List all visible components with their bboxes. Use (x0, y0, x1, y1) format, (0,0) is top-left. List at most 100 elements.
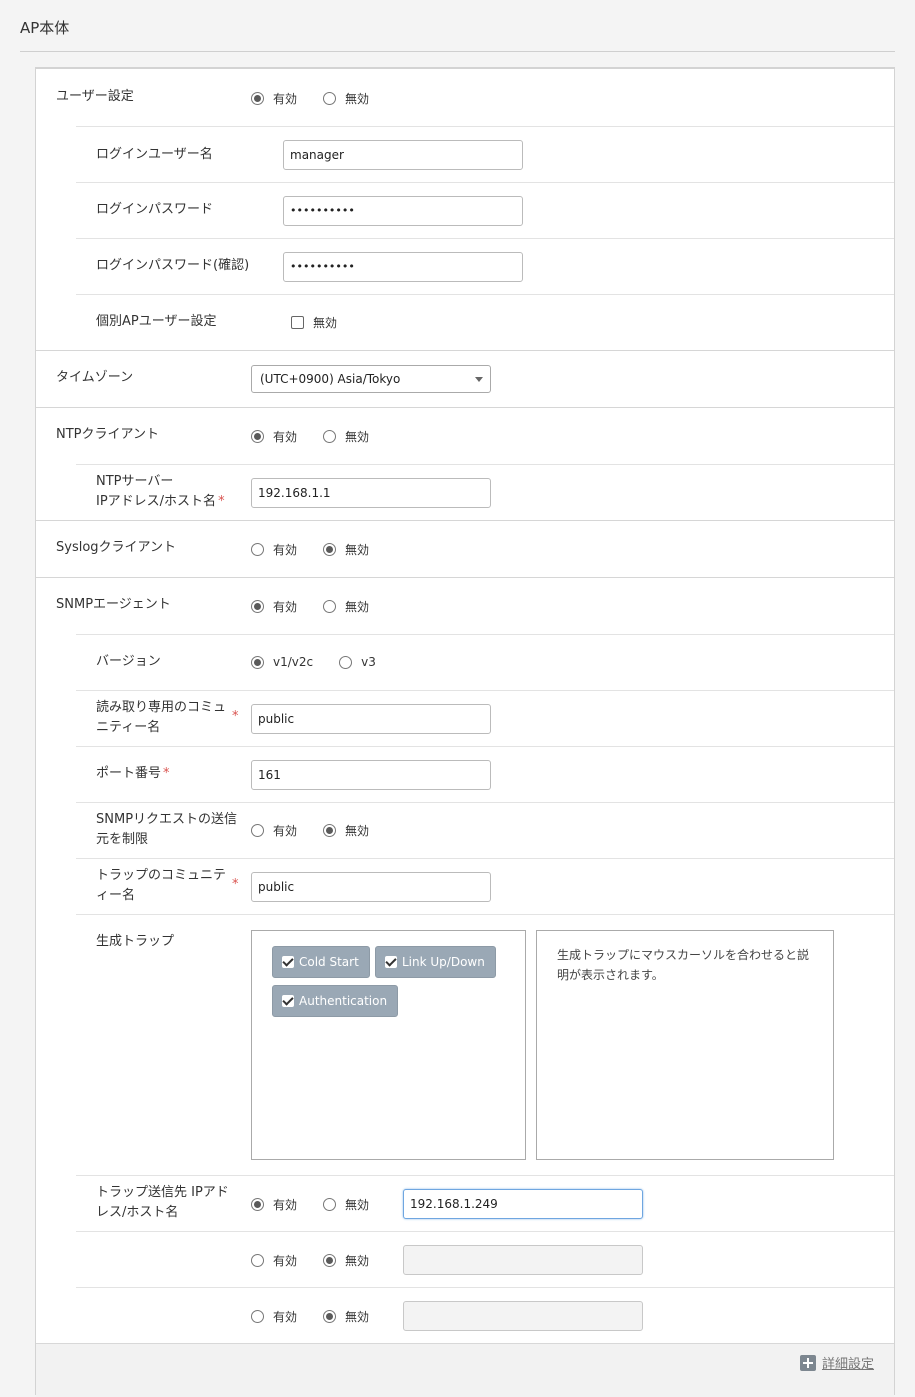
radio-circle (323, 1198, 337, 1211)
section-divider (36, 350, 894, 351)
login-password-label: ログインパスワード (96, 202, 214, 217)
snmp-port-label: ポート番号 * (96, 764, 170, 784)
trap-list-box: Cold Start Link Up/Down Authentication (251, 930, 526, 1160)
ntp-disabled-radio[interactable]: 無効 (323, 428, 369, 445)
ntp-server-label: NTPサーバー IPアドレス/ホスト名 * (96, 472, 225, 512)
trap-dest-label-line2: レス/ホスト名 (96, 1205, 179, 1220)
radio-circle (323, 824, 337, 837)
snmp-version-v1v2c-radio[interactable]: v1/v2c (251, 655, 313, 669)
trap-description: 生成トラップにマウスカーソルを合わせると説明が表示されます。 (557, 948, 810, 982)
ro-community-input[interactable]: public (251, 704, 491, 734)
radio-label: 有効 (273, 600, 298, 614)
trap-dest-3-input[interactable] (403, 1301, 643, 1331)
radio-label: 有効 (273, 430, 298, 444)
traps-label: 生成トラップ (96, 934, 175, 949)
divider (76, 182, 894, 183)
login-password-confirm-label: ログインパスワード(確認) (96, 258, 250, 273)
chevron-down-icon (475, 377, 483, 382)
trap-dest-1-input[interactable]: 192.168.1.249 (403, 1189, 643, 1219)
snmp-disabled-radio[interactable]: 無効 (323, 598, 369, 615)
user-settings-disabled-radio[interactable]: 無効 (323, 90, 369, 107)
radio-label: 有効 (273, 824, 298, 838)
snmp-restrict-label-line1: SNMPリクエストの送信 (96, 812, 238, 827)
snmp-version-radio-group: v1/v2c v3 (251, 655, 402, 669)
check-icon (282, 995, 294, 1007)
radio-circle (251, 655, 264, 669)
snmp-restrict-enabled-radio[interactable]: 有効 (251, 822, 297, 839)
divider (76, 746, 894, 747)
snmp-restrict-label: SNMPリクエストの送信 元を制限 (96, 810, 237, 850)
snmp-enabled-radio[interactable]: 有効 (251, 598, 297, 615)
divider (76, 858, 894, 859)
trap-chip-cold-start[interactable]: Cold Start (272, 946, 370, 978)
snmp-version-label: バージョン (96, 654, 161, 669)
trap-dest-3-disabled-radio[interactable]: 無効 (323, 1308, 369, 1325)
trap-dest-1-disabled-radio[interactable]: 無効 (323, 1196, 369, 1213)
radio-circle (251, 824, 264, 837)
snmp-version-v3-radio[interactable]: v3 (339, 655, 376, 669)
page-title: AP本体 (20, 19, 70, 37)
radio-label: 有効 (273, 1254, 298, 1268)
snmp-restrict-disabled-radio[interactable]: 無効 (323, 822, 369, 839)
trap-dest-1-enabled-radio[interactable]: 有効 (251, 1196, 297, 1213)
radio-circle (323, 92, 337, 105)
divider (76, 690, 894, 691)
section-divider (36, 520, 894, 521)
trap-dest-label: トラップ送信先 IPアド レス/ホスト名 (96, 1183, 229, 1223)
divider (76, 634, 894, 635)
radio-label: v1/v2c (273, 655, 314, 669)
ntp-server-label-line1: NTPサーバー (96, 474, 174, 489)
section-divider (36, 407, 894, 408)
login-password-confirm-input[interactable]: •••••••••• (283, 252, 523, 282)
radio-circle (339, 655, 353, 669)
trap-community-label-line1: トラップのコミュニテ (96, 868, 227, 883)
timezone-selected-value: (UTC+0900) Asia/Tokyo (260, 372, 401, 386)
radio-circle (323, 1254, 337, 1267)
divider (76, 238, 894, 239)
individual-ap-checkbox-row[interactable]: 無効 (291, 314, 337, 331)
trap-chip-authentication[interactable]: Authentication (272, 985, 399, 1017)
timezone-select[interactable]: (UTC+0900) Asia/Tokyo (251, 365, 491, 393)
trap-dest-2-disabled-radio[interactable]: 無効 (323, 1252, 369, 1269)
snmp-restrict-radio-group: 有効 無効 (251, 822, 395, 839)
ro-community-label: 読み取り専用のコミュ ニティー名 (96, 698, 226, 738)
check-icon (385, 956, 397, 968)
trap-chip-link-up-down[interactable]: Link Up/Down (375, 946, 496, 978)
trap-community-input[interactable]: public (251, 872, 491, 902)
trap-dest-3-enabled-radio[interactable]: 有効 (251, 1308, 297, 1325)
syslog-radio-group: 有効 無効 (251, 541, 395, 558)
settings-panel: ユーザー設定 有効 無効 ログインユーザー名 manager ログインパスワード… (35, 67, 895, 1397)
radio-label: 無効 (345, 543, 370, 557)
syslog-disabled-radio[interactable]: 無効 (323, 541, 369, 558)
trap-dest-2-input[interactable] (403, 1245, 643, 1275)
user-settings-enabled-radio[interactable]: 有効 (251, 90, 297, 107)
trap-dest-1-radio-group: 有効 無効 (251, 1196, 395, 1213)
radio-label: v3 (361, 655, 376, 669)
radio-label: 無効 (345, 1254, 370, 1268)
radio-label: 有効 (273, 1198, 298, 1212)
ntp-radio-group: 有効 無効 (251, 428, 395, 445)
ntp-enabled-radio[interactable]: 有効 (251, 428, 297, 445)
radio-circle (251, 600, 264, 613)
radio-label: 有効 (273, 92, 298, 106)
individual-ap-checkbox[interactable] (291, 316, 304, 329)
divider (76, 294, 894, 295)
login-user-input[interactable]: manager (283, 140, 523, 170)
radio-circle (251, 1198, 264, 1211)
snmp-port-label-text: ポート番号 (96, 766, 162, 781)
radio-circle (323, 1310, 337, 1323)
snmp-restrict-label-line2: 元を制限 (96, 832, 149, 847)
user-settings-label: ユーザー設定 (56, 89, 134, 104)
section-divider (36, 577, 894, 578)
trap-dest-2-enabled-radio[interactable]: 有効 (251, 1252, 297, 1269)
detail-settings-link[interactable]: 詳細設定 (799, 1353, 874, 1372)
required-mark: * (218, 494, 225, 509)
ntp-server-input[interactable]: 192.168.1.1 (251, 478, 491, 508)
snmp-port-input[interactable]: 161 (251, 760, 491, 790)
syslog-enabled-radio[interactable]: 有効 (251, 541, 297, 558)
syslog-label: Syslogクライアント (56, 540, 177, 555)
radio-circle (251, 1310, 264, 1323)
radio-circle (323, 600, 337, 613)
login-password-input[interactable]: •••••••••• (283, 196, 523, 226)
trap-community-label: トラップのコミュニテ ィー名 (96, 866, 226, 906)
